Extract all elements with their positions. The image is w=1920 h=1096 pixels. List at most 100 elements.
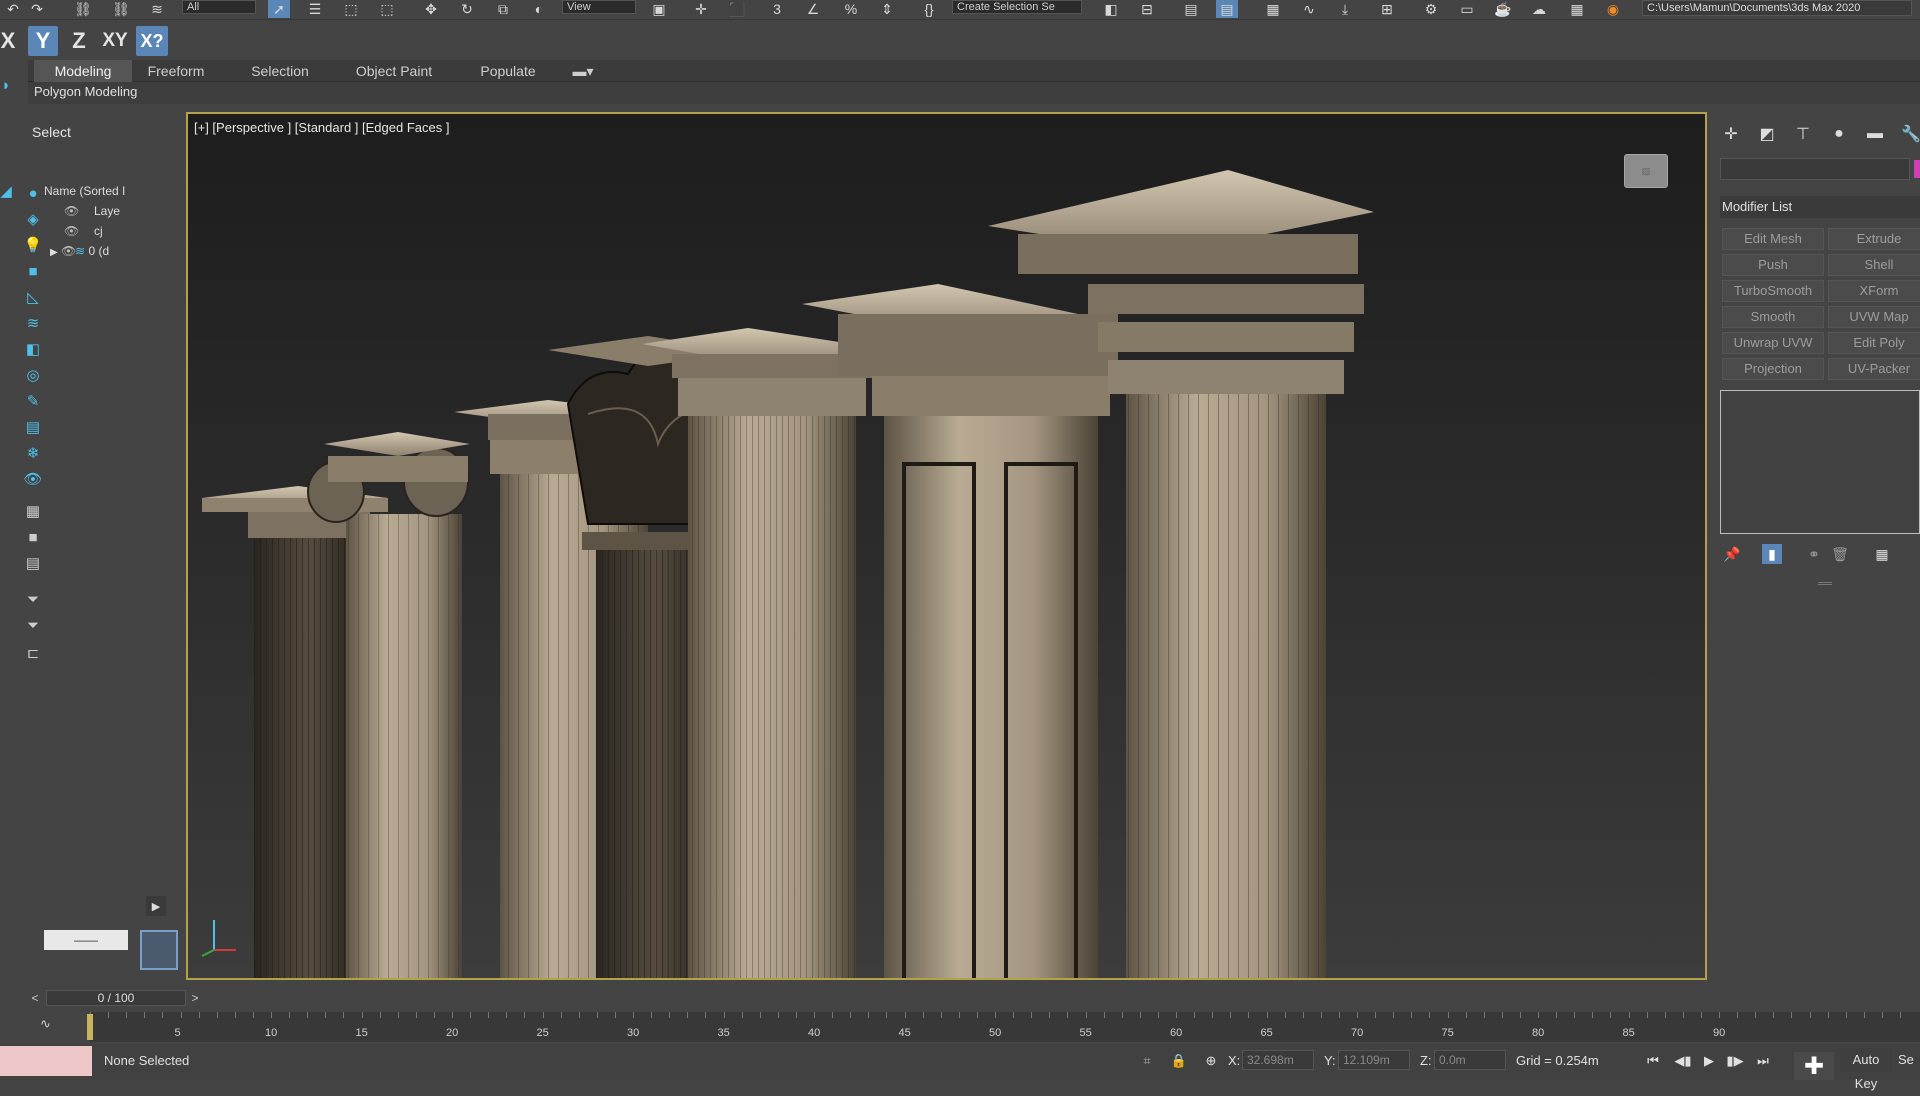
time-slider-prev-icon[interactable]: < <box>28 990 42 1006</box>
add-time-tag-icon[interactable]: ✚ <box>1794 1052 1834 1080</box>
next-frame-icon[interactable]: ▮▶ <box>1724 1050 1746 1072</box>
modifier-unwrap-uvw-button[interactable]: Unwrap UVW <box>1722 332 1824 354</box>
render-setup-icon[interactable]: ⚙ <box>1420 0 1442 18</box>
modifier-edit-mesh-button[interactable]: Edit Mesh <box>1722 228 1824 250</box>
configure-modifier-sets-icon[interactable]: ▦ <box>1872 544 1892 564</box>
axis-toggle-button[interactable]: X? <box>136 26 168 56</box>
display-xrefs-icon[interactable]: ◎ <box>22 364 44 386</box>
modifier-projection-button[interactable]: Projection <box>1722 358 1824 380</box>
eye-icon[interactable]: 👁 <box>64 224 79 238</box>
modifier-turbosmooth-button[interactable]: TurboSmooth <box>1722 280 1824 302</box>
ribbon-toggle-icon[interactable]: ▦ <box>1262 0 1284 18</box>
modifier-list-dropdown[interactable]: Modifier List <box>1720 196 1920 218</box>
project-path-field[interactable]: C:\Users\Mamun\Documents\3ds Max 2020 <box>1642 0 1912 16</box>
align-icon[interactable]: ⊟ <box>1136 0 1158 18</box>
go-to-end-icon[interactable]: ⏭ <box>1752 1050 1774 1072</box>
modifier-uvw-map-button[interactable]: UVW Map <box>1828 306 1920 328</box>
polygon-modeling-panel[interactable]: Polygon Modeling <box>34 84 137 99</box>
edit-named-selection-icon[interactable]: {} <box>918 0 940 18</box>
filter-all-icon[interactable]: ⏷ <box>22 614 44 636</box>
axis-y-button[interactable]: Y <box>28 26 58 56</box>
viewport-layout-thumbnail[interactable] <box>140 930 178 970</box>
motion-tab-icon[interactable]: ● <box>1824 120 1854 148</box>
undo-icon[interactable]: ↶ <box>2 0 24 18</box>
spinner-snap-icon[interactable]: ⇕ <box>876 0 898 18</box>
material-editor-icon[interactable]: ⊞ <box>1376 0 1398 18</box>
absolute-mode-icon[interactable]: ⊕ <box>1200 1050 1222 1072</box>
tab-selection[interactable]: Selection <box>244 60 316 82</box>
list-item[interactable]: 👁 Laye <box>64 204 148 224</box>
remove-modifier-icon[interactable]: 🗑 <box>1830 544 1850 564</box>
tab-object-paint[interactable]: Object Paint <box>352 60 436 82</box>
y-coordinate-field[interactable]: 12.109m <box>1338 1050 1410 1070</box>
keyboard-shortcut-icon[interactable]: ⬛ <box>726 0 748 18</box>
select-object-icon[interactable]: ➚ <box>268 0 290 18</box>
isolate-selection-icon[interactable]: ⌗ <box>1136 1050 1158 1072</box>
previous-frame-icon[interactable]: ◀▮ <box>1672 1050 1694 1072</box>
snap-toggle-icon[interactable]: 3 <box>766 0 788 18</box>
object-color-swatch[interactable] <box>1914 160 1920 178</box>
eye-icon[interactable]: 👁 <box>61 244 76 258</box>
scene-explorer-select-menu[interactable]: Select <box>32 124 71 140</box>
select-objects-icon[interactable]: ● <box>22 182 44 204</box>
display-cameras-icon[interactable]: ■ <box>22 260 44 282</box>
display-hidden-icon[interactable]: 👁 <box>22 468 44 490</box>
render-cloud-icon[interactable]: ☁ <box>1528 0 1550 18</box>
display-list-icon[interactable]: ▤ <box>22 552 44 574</box>
viewcube[interactable]: ▨ <box>1624 154 1668 188</box>
rotate-icon[interactable]: ↻ <box>456 0 478 18</box>
display-lights-icon[interactable]: 💡 <box>22 234 44 256</box>
display-geometry-icon[interactable]: ◈ <box>22 208 44 230</box>
layer-dropdown[interactable]: —— <box>44 930 128 950</box>
display-frozen-icon[interactable]: ▦ <box>22 500 44 522</box>
schematic-view-icon[interactable]: ⤓ <box>1334 0 1356 18</box>
go-to-start-icon[interactable]: ⏮ <box>1642 1050 1664 1072</box>
display-helpers-icon[interactable]: ◺ <box>22 286 44 308</box>
eye-icon[interactable]: 👁 <box>64 204 79 218</box>
display-particles-icon[interactable]: ❄ <box>22 442 44 464</box>
window-crossing-icon[interactable]: ⬚ <box>376 0 398 18</box>
selection-lock-icon[interactable]: 🔒 <box>1168 1050 1190 1072</box>
make-unique-icon[interactable]: ⚭ <box>1804 544 1824 564</box>
layer-manager-icon[interactable]: ▤ <box>1180 0 1202 18</box>
render-icon[interactable]: ☕ <box>1492 0 1514 18</box>
maxscript-listener[interactable] <box>0 1046 92 1076</box>
selection-filter-dropdown[interactable]: All <box>182 0 256 14</box>
mirror-icon[interactable]: ◧ <box>1100 0 1122 18</box>
render-frame-icon[interactable]: ▭ <box>1456 0 1478 18</box>
axis-z-button[interactable]: Z <box>64 26 94 56</box>
project-icon[interactable]: ◉ <box>1602 0 1624 18</box>
current-frame-marker[interactable] <box>87 1014 93 1040</box>
show-end-result-icon[interactable]: ▮ <box>1762 544 1782 564</box>
x-coordinate-field[interactable]: 32.698m <box>1242 1050 1314 1070</box>
scene-explorer-name-column[interactable]: Name (Sorted I <box>44 184 128 198</box>
modifier-xform-button[interactable]: XForm <box>1828 280 1920 302</box>
hierarchy-tab-icon[interactable]: ⊤ <box>1788 120 1818 148</box>
hierarchy-icon[interactable]: ⊏ <box>22 642 44 664</box>
curve-editor-mini-icon[interactable]: ∿ <box>40 1016 51 1032</box>
object-name-field[interactable] <box>1720 158 1910 180</box>
create-tab-icon[interactable]: ✛ <box>1716 120 1746 148</box>
modify-tab-icon[interactable]: ◩ <box>1752 120 1782 148</box>
display-live-icon[interactable]: ■ <box>22 526 44 548</box>
time-slider[interactable]: 0 / 100 <box>46 990 186 1006</box>
ribbon-options-icon[interactable]: ▬▾ <box>568 60 598 82</box>
modifier-edit-poly-button[interactable]: Edit Poly <box>1828 332 1920 354</box>
curve-editor-icon[interactable]: ∿ <box>1298 0 1320 18</box>
scene-explorer-toggle-icon[interactable]: ▤ <box>1216 0 1238 18</box>
modifier-smooth-button[interactable]: Smooth <box>1722 306 1824 328</box>
tab-populate[interactable]: Populate <box>472 60 544 82</box>
expand-arrow-icon[interactable]: ▶ <box>50 247 58 258</box>
bind-spacewarp-icon[interactable]: ≋ <box>146 0 168 18</box>
z-coordinate-field[interactable]: 0.0m <box>1434 1050 1506 1070</box>
modifier-shell-button[interactable]: Shell <box>1828 254 1920 276</box>
list-item[interactable]: 👁 cj <box>64 224 148 244</box>
display-spacewarps-icon[interactable]: ≋ <box>22 312 44 334</box>
edge-tool-icon[interactable]: ◗ <box>0 74 12 96</box>
reference-coordinate-dropdown[interactable]: View <box>562 0 636 14</box>
set-key-button[interactable]: Se <box>1898 1048 1920 1072</box>
display-containers-icon[interactable]: ▤ <box>22 416 44 438</box>
select-by-name-icon[interactable]: ☰ <box>304 0 326 18</box>
time-slider-next-icon[interactable]: > <box>188 990 202 1006</box>
axis-xy-button[interactable]: XY <box>98 26 132 56</box>
